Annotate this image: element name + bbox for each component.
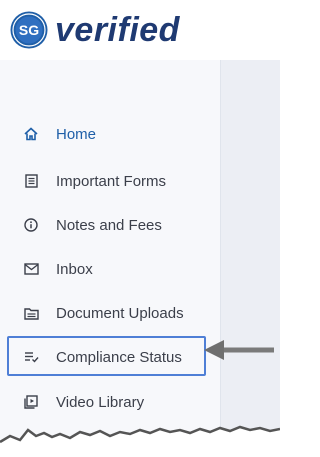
pointer-arrow-icon [204,340,274,360]
main-content [221,60,280,457]
header: SG verified [0,0,280,61]
forms-icon [23,173,39,189]
sidebar-item-important-forms[interactable]: Important Forms [0,164,220,198]
sidebar-item-label: Inbox [56,260,93,278]
sidebar-item-label: Home [56,125,97,143]
mail-icon [23,261,39,277]
info-icon [23,217,39,233]
sidebar-item-home[interactable]: Home [0,117,220,151]
sg-badge-icon: SG [10,11,48,49]
brand-logo[interactable]: SG verified [9,10,180,50]
sidebar-item-label: Notes and Fees [56,216,162,234]
sidebar-item-label: Document Uploads [56,304,184,322]
sidebar-item-document-uploads[interactable]: Document Uploads [0,296,220,330]
sidebar-item-label: Important Forms [56,172,167,190]
folder-icon [23,305,39,321]
logo-mark-text: SG [19,22,39,38]
sidebar-item-inbox[interactable]: Inbox [0,252,220,286]
compliance-highlight-box [7,336,206,376]
sidebar-item-notes-and-fees[interactable]: Notes and Fees [0,208,220,242]
brand-name: verified [55,11,180,49]
app-window: SG verified Home Important Forms Notes a… [0,0,280,457]
torn-edge [0,425,280,457]
home-icon [23,126,39,142]
